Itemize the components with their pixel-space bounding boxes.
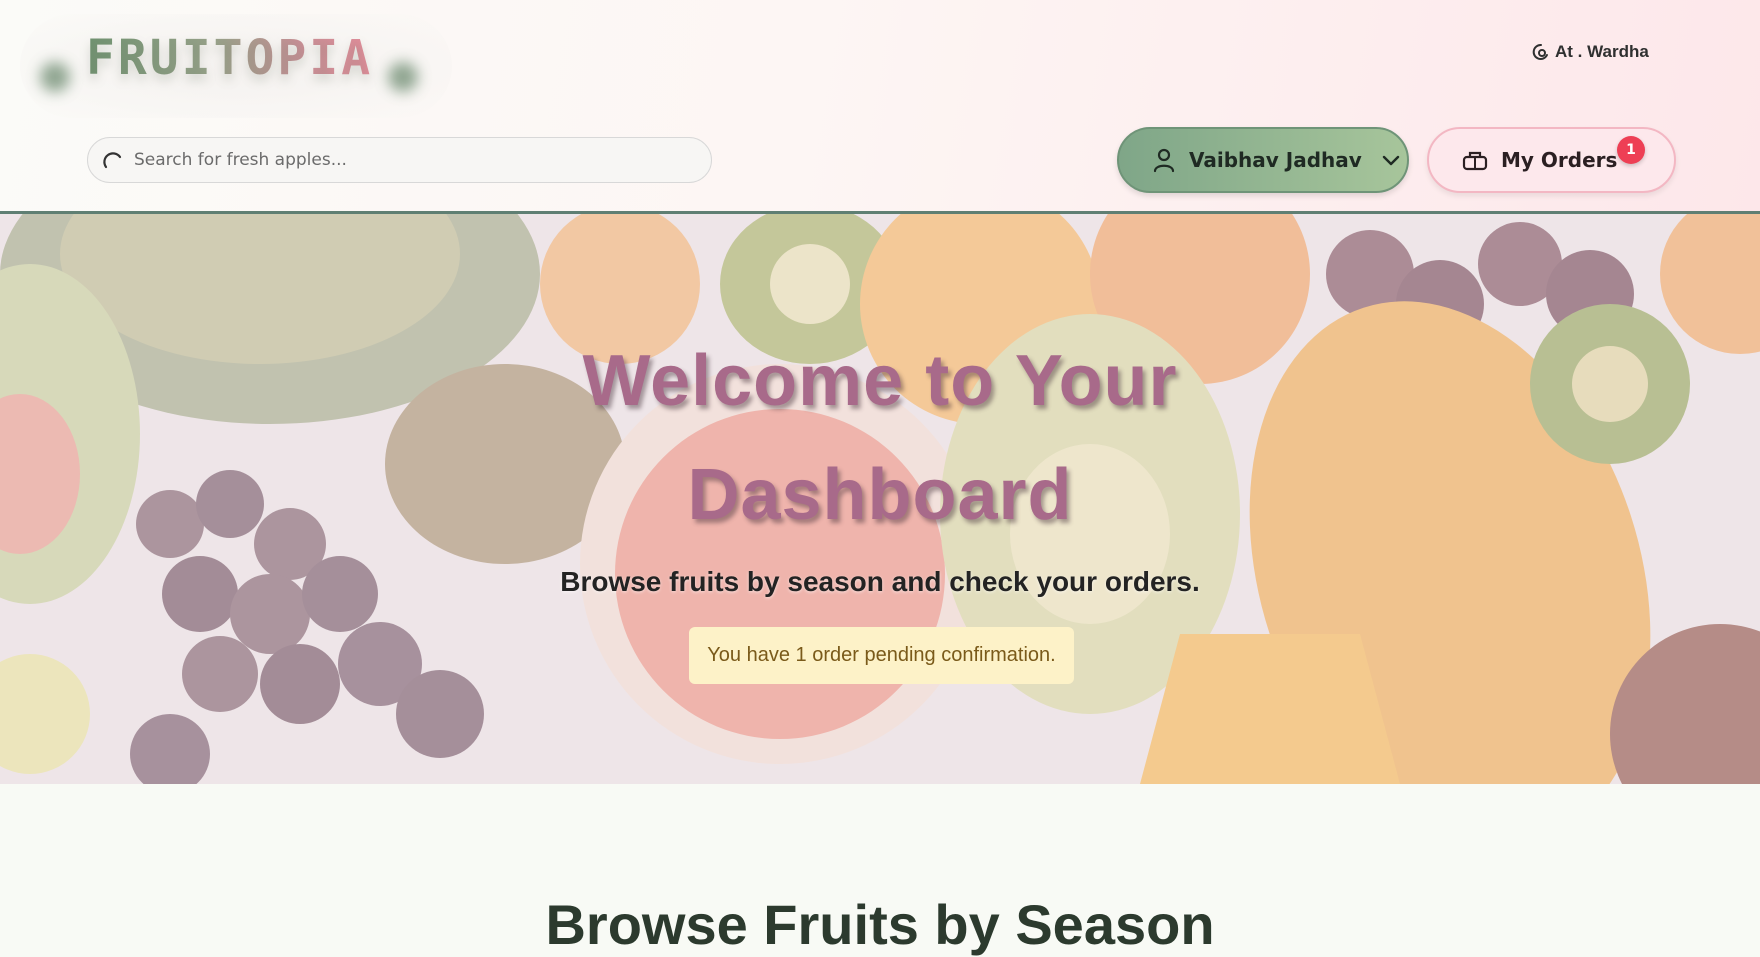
- logo[interactable]: FRUITOPIA: [20, 14, 452, 118]
- search-spinner-icon: [103, 152, 122, 169]
- chevron-down-icon: [1382, 155, 1400, 166]
- location-indicator: At . Wardha: [1531, 42, 1649, 62]
- season-section-heading: Browse Fruits by Season: [545, 893, 1215, 956]
- user-icon: [1153, 148, 1175, 173]
- search-bar[interactable]: [87, 137, 712, 183]
- user-menu-button[interactable]: Vaibhav Jadhav: [1117, 127, 1409, 193]
- hero-title-line-2: Dashboard: [687, 455, 1073, 535]
- logo-text: FRUITOPIA: [86, 30, 374, 86]
- location-icon: [1532, 43, 1548, 60]
- top-header: FRUITOPIA At . Wardha Vaibhav Jadhav My …: [0, 0, 1760, 214]
- my-orders-label: My Orders: [1501, 148, 1618, 172]
- search-input[interactable]: [132, 149, 692, 171]
- hero-title: Welcome to Your Dashboard: [380, 324, 1380, 552]
- location-label: At . Wardha: [1555, 42, 1649, 61]
- logo-decoration-left: [40, 62, 70, 92]
- hero-title-line-1: Welcome to Your: [582, 341, 1178, 421]
- user-name: Vaibhav Jadhav: [1189, 148, 1362, 172]
- logo-decoration-right: [388, 62, 418, 92]
- pending-order-notice: You have 1 order pending confirmation.: [689, 627, 1074, 684]
- orders-count-badge: 1: [1617, 136, 1645, 164]
- orders-bag-icon: [1462, 151, 1488, 171]
- hero-subtitle: Browse fruits by season and check your o…: [560, 566, 1200, 597]
- hero-banner: Welcome to Your Dashboard Browse fruits …: [0, 214, 1760, 784]
